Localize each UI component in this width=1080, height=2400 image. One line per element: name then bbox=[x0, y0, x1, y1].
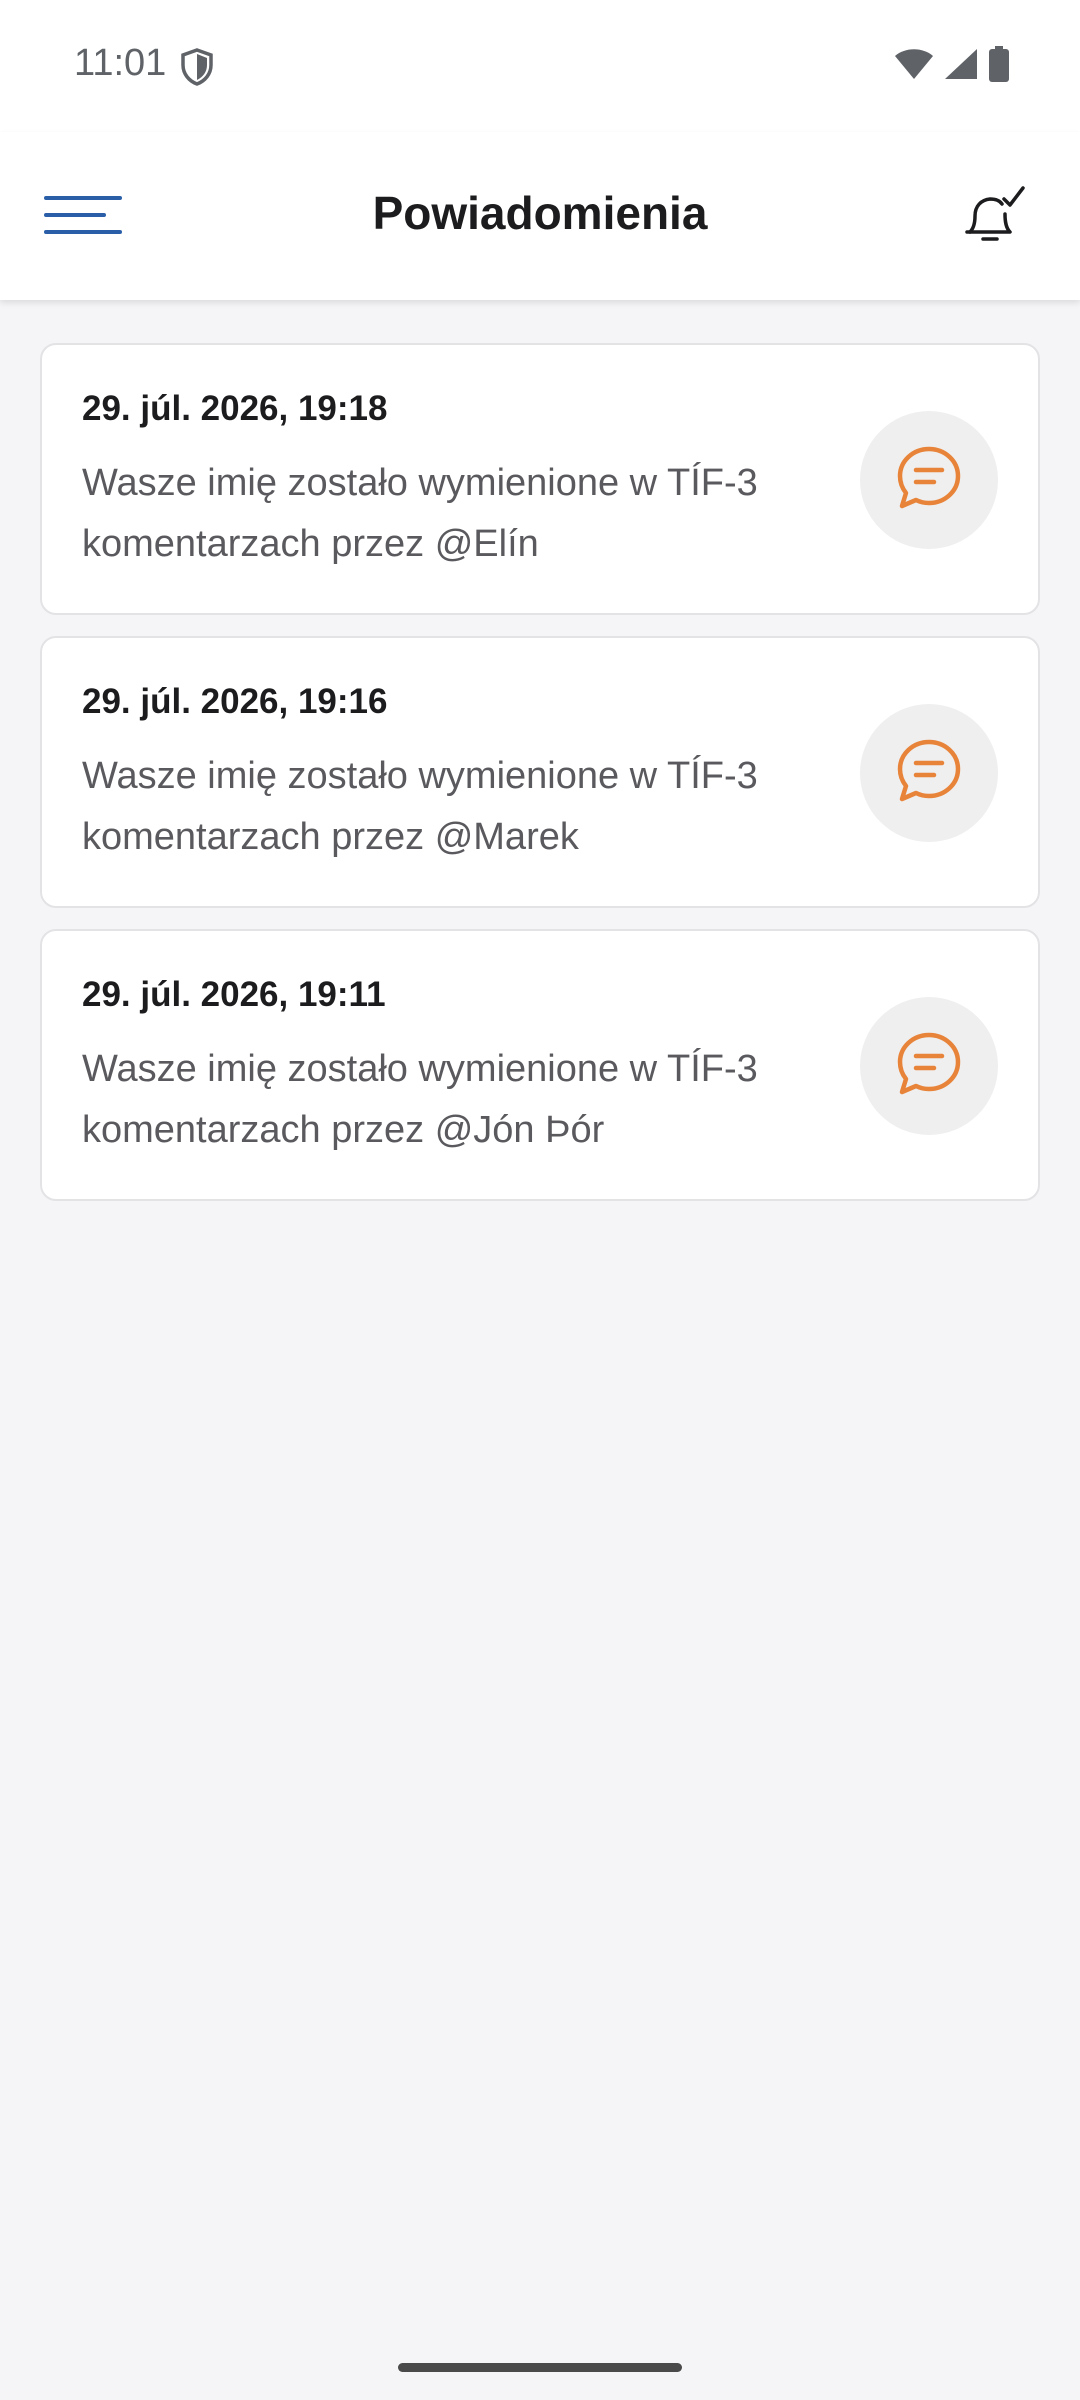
notification-card[interactable]: 29. júl. 2026, 19:16 Wasze imię zostało … bbox=[40, 636, 1040, 908]
gesture-navigation-bar[interactable] bbox=[398, 2363, 682, 2372]
notification-message: Wasze imię zostało wymienione w TÍF-3 ko… bbox=[82, 755, 758, 858]
chat-bubble-icon bbox=[894, 443, 964, 518]
signal-icon bbox=[944, 48, 978, 85]
mark-all-read-button[interactable] bbox=[950, 176, 1030, 256]
notification-date: 29. júl. 2026, 19:11 bbox=[82, 975, 386, 1014]
notification-icon-circle bbox=[860, 997, 998, 1135]
chat-bubble-icon bbox=[894, 736, 964, 811]
wifi-icon bbox=[894, 48, 934, 85]
notification-date: 29. júl. 2026, 19:16 bbox=[82, 682, 388, 721]
notification-icon-circle bbox=[860, 704, 998, 842]
notifications-screen: 11:01 Powiadomienia 29. júl. 2026, 19:18… bbox=[0, 0, 1080, 2400]
status-time: 11:01 bbox=[74, 42, 167, 84]
notification-list: 29. júl. 2026, 19:18 Wasze imię zostało … bbox=[40, 343, 1040, 1222]
bell-check-icon bbox=[950, 186, 1030, 260]
app-bar: Powiadomienia bbox=[0, 132, 1080, 300]
shield-icon bbox=[180, 48, 214, 86]
chat-bubble-icon bbox=[894, 1029, 964, 1104]
status-icons bbox=[894, 46, 1010, 87]
notification-icon-circle bbox=[860, 411, 998, 549]
notification-card[interactable]: 29. júl. 2026, 19:18 Wasze imię zostało … bbox=[40, 343, 1040, 615]
status-bar: 11:01 bbox=[0, 0, 1080, 132]
notification-card[interactable]: 29. júl. 2026, 19:11 Wasze imię zostało … bbox=[40, 929, 1040, 1201]
notification-date: 29. júl. 2026, 19:18 bbox=[82, 389, 388, 428]
page-title: Powiadomienia bbox=[372, 187, 708, 239]
notification-message: Wasze imię zostało wymienione w TÍF-3 ko… bbox=[82, 1048, 758, 1151]
notification-message: Wasze imię zostało wymienione w TÍF-3 ko… bbox=[82, 462, 758, 565]
battery-icon bbox=[988, 46, 1010, 87]
